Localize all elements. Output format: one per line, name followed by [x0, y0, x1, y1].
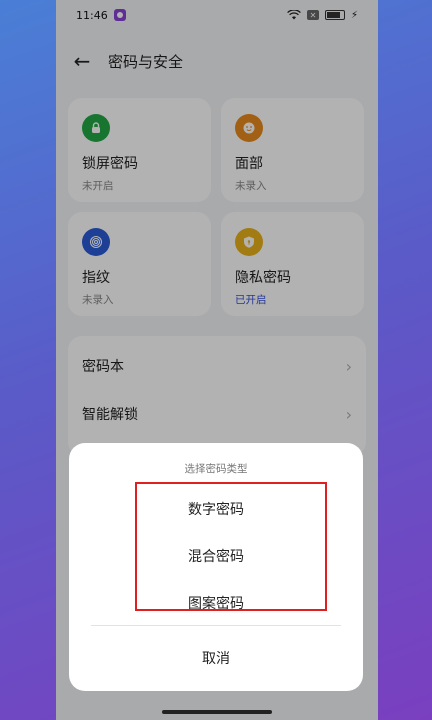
- option-numeric-password[interactable]: 数字密码: [69, 485, 363, 532]
- sheet-title: 选择密码类型: [184, 463, 248, 475]
- password-type-options: 数字密码 混合密码 图案密码: [69, 485, 363, 626]
- divider: [91, 625, 341, 626]
- home-indicator[interactable]: [162, 710, 272, 714]
- option-mixed-password[interactable]: 混合密码: [69, 532, 363, 579]
- option-pattern-password[interactable]: 图案密码: [69, 579, 363, 626]
- cancel-button[interactable]: 取消: [69, 639, 363, 677]
- phone-screen: 11:46 ✕ ⚡ ← 密码与安全 锁屏密码 未开启 面部 未录入 指纹 未录入…: [56, 0, 378, 720]
- password-type-sheet: 选择密码类型 数字密码 混合密码 图案密码 取消: [69, 443, 363, 691]
